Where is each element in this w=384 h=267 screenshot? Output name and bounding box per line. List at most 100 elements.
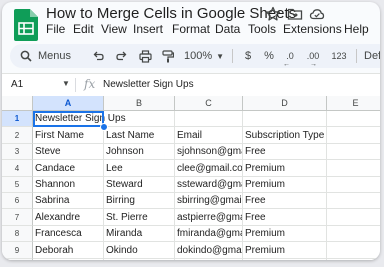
cell-c1[interactable] <box>175 111 243 127</box>
menus-search-label: Menus <box>38 50 72 62</box>
row-header[interactable]: 8 <box>2 226 33 242</box>
column-header-c[interactable]: C <box>175 96 243 111</box>
number-format-button[interactable]: 123 <box>330 44 348 68</box>
cell-b2[interactable]: Last Name <box>104 127 175 144</box>
currency-format-button[interactable]: $ <box>241 44 255 68</box>
cell-c5[interactable]: ssteward@gma <box>175 177 243 193</box>
cell-e3[interactable] <box>327 144 380 160</box>
cell-d8[interactable]: Premium <box>243 226 327 242</box>
cell-c9[interactable]: dokindo@gmail <box>175 242 243 259</box>
cell-e6[interactable] <box>327 193 380 209</box>
menu-data[interactable]: Data <box>215 22 240 36</box>
redo-button[interactable] <box>114 44 130 68</box>
menu-format[interactable]: Format <box>172 22 210 36</box>
cell-a8[interactable]: Francesca <box>33 226 104 242</box>
cell-a2[interactable]: First Name <box>33 127 104 144</box>
sheets-logo-icon[interactable] <box>14 9 38 41</box>
cell-c4[interactable]: clee@gmail.con <box>175 160 243 177</box>
increase-decimal-button[interactable]: .00 → <box>304 44 322 68</box>
cell-c6[interactable]: sbirring@gmail. <box>175 193 243 209</box>
cell-e7[interactable] <box>327 209 380 226</box>
cell-a9[interactable]: Deborah <box>33 242 104 259</box>
select-all-corner[interactable] <box>2 96 33 111</box>
row-header[interactable]: 7 <box>2 209 33 226</box>
menu-extensions[interactable]: Extensions <box>283 22 342 36</box>
cell-a6[interactable]: Sabrina <box>33 193 104 209</box>
cell-a4[interactable]: Candace <box>33 160 104 177</box>
cell-d5[interactable]: Premium <box>243 177 327 193</box>
column-header-b[interactable]: B <box>104 96 175 111</box>
document-title[interactable]: How to Merge Cells in Google Sheets <box>46 5 296 22</box>
cell-b10[interactable] <box>104 259 175 260</box>
cell-b6[interactable]: Birring <box>104 193 175 209</box>
cell-b5[interactable]: Steward <box>104 177 175 193</box>
cell-c10[interactable] <box>175 259 243 260</box>
name-box[interactable]: A1 <box>11 79 23 90</box>
cell-d4[interactable]: Premium <box>243 160 327 177</box>
percent-format-button[interactable]: % <box>262 44 276 68</box>
row-header[interactable]: 9 <box>2 242 33 259</box>
cell-e10[interactable] <box>327 259 380 260</box>
menu-tools[interactable]: Tools <box>248 22 276 36</box>
row-header[interactable]: 3 <box>2 144 33 160</box>
name-box-caret-icon[interactable]: ▼ <box>62 79 70 88</box>
row-header[interactable]: 10 <box>2 259 33 260</box>
cell-c8[interactable]: fmiranda@gmail <box>175 226 243 242</box>
cell-b4[interactable]: Lee <box>104 160 175 177</box>
fill-handle[interactable] <box>100 123 108 131</box>
cell-e2[interactable] <box>327 127 380 144</box>
undo-button[interactable] <box>90 44 106 68</box>
cell-e4[interactable] <box>327 160 380 177</box>
menu-view[interactable]: View <box>101 22 127 36</box>
menu-edit[interactable]: Edit <box>73 22 94 36</box>
cell-d2[interactable]: Subscription Type <box>243 127 327 144</box>
paint-format-icon <box>162 49 174 62</box>
print-button[interactable] <box>137 44 153 68</box>
cell-d1[interactable] <box>243 111 327 127</box>
cell-b7[interactable]: St. Pierre <box>104 209 175 226</box>
toolbar: Menus 100% ▼ $ % .0 ← .00 → 123 De <box>10 44 380 68</box>
cell-a3[interactable]: Steve <box>33 144 104 160</box>
font-select[interactable]: Defa <box>364 44 380 68</box>
star-icon[interactable] <box>265 6 281 22</box>
column-header-a[interactable]: A <box>33 96 104 111</box>
arrow-right-icon: → <box>310 61 317 68</box>
row-header[interactable]: 1 <box>2 111 33 127</box>
cell-a10[interactable] <box>33 259 104 260</box>
cell-e1[interactable] <box>327 111 380 127</box>
cell-e8[interactable] <box>327 226 380 242</box>
menu-insert[interactable]: Insert <box>133 22 163 36</box>
cloud-status-icon[interactable] <box>309 6 325 22</box>
paint-format-button[interactable] <box>160 44 176 68</box>
cell-d6[interactable]: Free <box>243 193 327 209</box>
row-header[interactable]: 6 <box>2 193 33 209</box>
cell-c7[interactable]: astpierre@gma <box>175 209 243 226</box>
menu-help[interactable]: Help <box>344 22 369 36</box>
cell-c3[interactable]: sjohnson@gma <box>175 144 243 160</box>
cell-b3[interactable]: Johnson <box>104 144 175 160</box>
selected-cell-outline <box>33 111 104 127</box>
column-header-e[interactable]: E <box>327 96 380 111</box>
formula-input[interactable]: Newsletter Sign Ups <box>103 79 194 90</box>
move-folder-icon[interactable] <box>287 6 303 22</box>
decrease-decimal-button[interactable]: .0 ← <box>282 44 298 68</box>
cell-b9[interactable]: Okindo <box>104 242 175 259</box>
row-header[interactable]: 5 <box>2 177 33 193</box>
menu-file[interactable]: File <box>46 22 65 36</box>
cell-b8[interactable]: Miranda <box>104 226 175 242</box>
cell-c2[interactable]: Email <box>175 127 243 144</box>
cell-a5[interactable]: Shannon <box>33 177 104 193</box>
cell-d10[interactable] <box>243 259 327 260</box>
cell-d3[interactable]: Free <box>243 144 327 160</box>
arrow-left-icon: ← <box>283 61 290 68</box>
row-header[interactable]: 4 <box>2 160 33 177</box>
cell-e5[interactable] <box>327 177 380 193</box>
cell-a7[interactable]: Alexandre <box>33 209 104 226</box>
cell-d9[interactable]: Premium <box>243 242 327 259</box>
cell-e9[interactable] <box>327 242 380 259</box>
zoom-select[interactable]: 100% ▼ <box>184 44 224 68</box>
row-header[interactable]: 2 <box>2 127 33 144</box>
cell-d7[interactable]: Free <box>243 209 327 226</box>
menus-search[interactable]: Menus <box>20 44 84 68</box>
column-header-d[interactable]: D <box>243 96 327 111</box>
